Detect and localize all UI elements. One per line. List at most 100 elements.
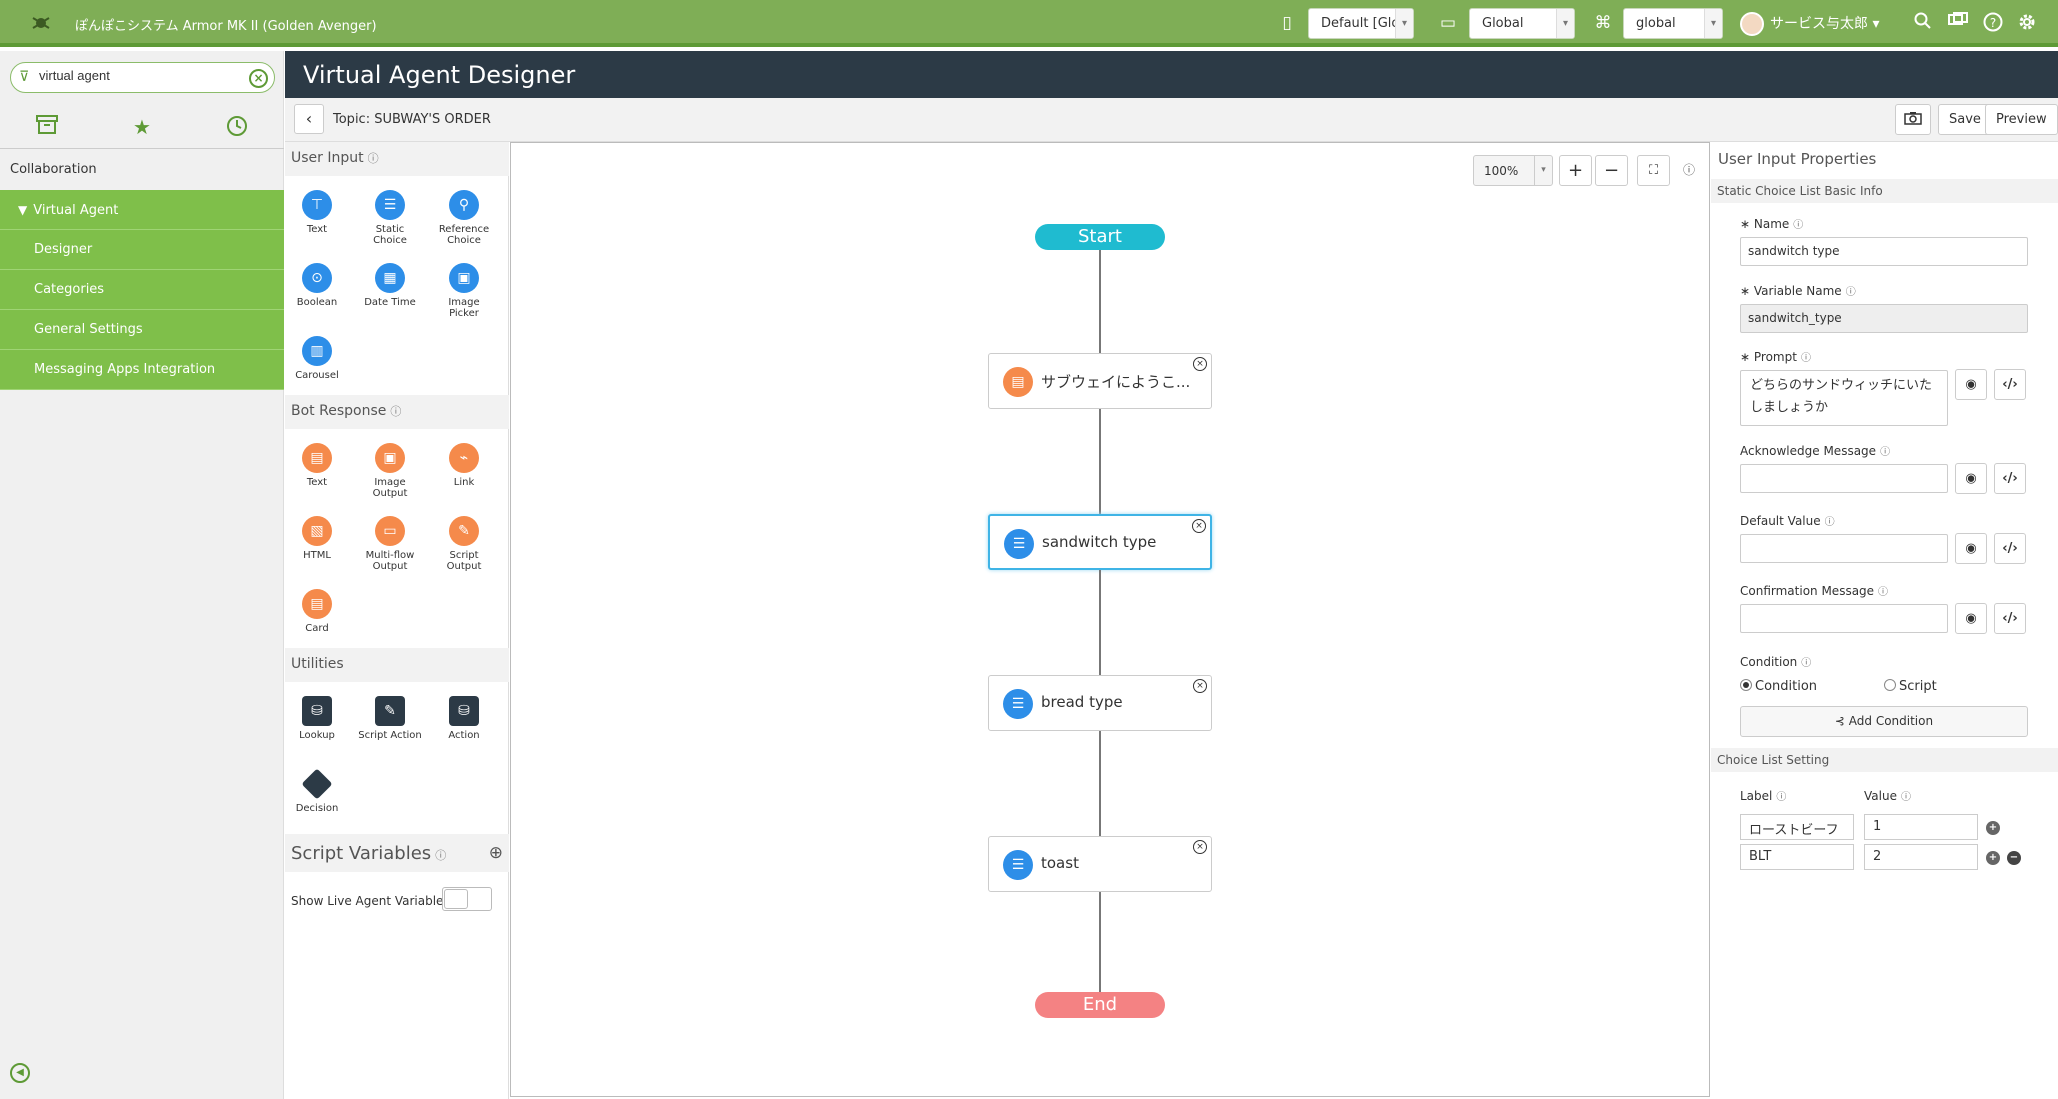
- palette-multi-flow-output[interactable]: ▭ Multi-flow Output: [358, 516, 422, 572]
- filter-input[interactable]: [39, 68, 239, 83]
- delete-node-icon[interactable]: ×: [1193, 357, 1207, 371]
- flow-node-sandwitch-type[interactable]: ☰ sandwitch type ×: [988, 514, 1212, 570]
- info-icon[interactable]: ⓘ: [435, 849, 446, 862]
- favorites-star-icon[interactable]: ★: [127, 115, 157, 145]
- show-live-agent-variables-toggle[interactable]: [442, 887, 492, 911]
- palette-static-choice[interactable]: ☰ Static Choice: [358, 190, 422, 246]
- palette-image-output[interactable]: ▣ Image Output: [358, 443, 422, 499]
- info-icon[interactable]: ⓘ: [368, 152, 379, 165]
- delete-node-icon[interactable]: ×: [1193, 840, 1207, 854]
- all-apps-tab-icon[interactable]: [32, 115, 62, 145]
- info-icon[interactable]: ⓘ: [1683, 161, 1695, 178]
- zoom-select[interactable]: 100% ▾: [1473, 155, 1553, 186]
- nav-item-categories[interactable]: Categories: [0, 270, 284, 310]
- app-logo-icon[interactable]: [30, 12, 52, 34]
- translate-button[interactable]: ◉: [1955, 603, 1987, 634]
- script-radio[interactable]: Script: [1884, 679, 1937, 694]
- nav-item-messaging-apps-integration[interactable]: Messaging Apps Integration: [0, 350, 284, 390]
- domain-select[interactable]: global ▾: [1623, 8, 1723, 39]
- history-clock-icon[interactable]: [222, 115, 252, 145]
- delete-node-icon[interactable]: ×: [1193, 679, 1207, 693]
- choice-value-cell[interactable]: 1: [1864, 814, 1978, 840]
- flow-node-bread-type[interactable]: ☰ bread type ×: [988, 675, 1212, 731]
- zoom-out-button[interactable]: −: [1595, 155, 1628, 186]
- palette-decision[interactable]: Decision: [285, 768, 349, 814]
- acknowledge-message-field[interactable]: [1740, 464, 1948, 493]
- palette-script-action[interactable]: ✎ Script Action: [358, 696, 422, 741]
- palette-image-picker[interactable]: ▣ Image Picker: [432, 263, 496, 319]
- radio-unselected-icon: [1884, 679, 1896, 691]
- palette-card[interactable]: ▤ Card: [285, 589, 349, 634]
- info-icon[interactable]: ⓘ: [1901, 792, 1911, 803]
- choice-label-cell[interactable]: BLT: [1740, 844, 1854, 870]
- start-node[interactable]: Start: [1035, 224, 1165, 250]
- zoom-in-button[interactable]: +: [1559, 155, 1592, 186]
- translate-button[interactable]: ◉: [1955, 533, 1987, 564]
- add-row-icon[interactable]: +: [1986, 821, 2000, 835]
- update-set-select[interactable]: Default [Glob ▾: [1308, 8, 1414, 39]
- chat-icon[interactable]: [1947, 12, 1969, 34]
- palette-carousel[interactable]: ▥ Carousel: [285, 336, 349, 381]
- nav-section-collaboration[interactable]: Collaboration: [10, 162, 97, 177]
- palette-action[interactable]: ⛁ Action: [432, 696, 496, 741]
- script-editor-button[interactable]: ‹/›: [1994, 463, 2026, 494]
- translate-button[interactable]: ◉: [1955, 369, 1987, 400]
- clear-filter-icon[interactable]: ×: [249, 69, 268, 88]
- choice-value-cell[interactable]: 2: [1864, 844, 1978, 870]
- palette-reference-choice[interactable]: ⚲ Reference Choice: [432, 190, 496, 246]
- flow-node-toast[interactable]: ☰ toast ×: [988, 836, 1212, 892]
- search-icon[interactable]: [1912, 12, 1934, 34]
- info-icon[interactable]: ⓘ: [1776, 792, 1786, 803]
- info-icon[interactable]: ⓘ: [390, 405, 401, 418]
- confirmation-message-field[interactable]: [1740, 604, 1948, 633]
- scope-select[interactable]: Global ▾: [1469, 8, 1575, 39]
- nav-item-general-settings[interactable]: General Settings: [0, 310, 284, 350]
- info-icon[interactable]: ⓘ: [1880, 447, 1890, 458]
- translate-button[interactable]: ◉: [1955, 463, 1987, 494]
- save-button[interactable]: Save: [1938, 104, 1992, 135]
- info-icon[interactable]: ⓘ: [1825, 517, 1835, 528]
- nav-item-designer[interactable]: Designer: [0, 230, 284, 270]
- database-icon: ⛁: [449, 696, 479, 726]
- palette-html[interactable]: ▧ HTML: [285, 516, 349, 561]
- text-input-icon: ⊤: [302, 190, 332, 220]
- add-circle-icon[interactable]: ⊕: [489, 843, 503, 863]
- flow-node-welcome[interactable]: ▤ サブウェイにようこ... ×: [988, 353, 1212, 409]
- palette-lookup[interactable]: ⛁ Lookup: [285, 696, 349, 741]
- script-editor-button[interactable]: ‹/›: [1994, 533, 2026, 564]
- info-icon[interactable]: ⓘ: [1846, 287, 1856, 298]
- nav-module-virtual-agent[interactable]: ▼ Virtual Agent: [0, 190, 284, 230]
- preview-button[interactable]: Preview: [1985, 104, 2058, 135]
- palette-link[interactable]: ⌁ Link: [432, 443, 496, 488]
- palette-text-output[interactable]: ▤ Text: [285, 443, 349, 488]
- info-icon[interactable]: ⓘ: [1801, 353, 1811, 364]
- collapse-navigator-icon[interactable]: ◀: [10, 1063, 30, 1083]
- palette-date-time[interactable]: ▦ Date Time: [358, 263, 422, 308]
- palette-script-output[interactable]: ✎ Script Output: [432, 516, 496, 572]
- add-row-icon[interactable]: +: [1986, 851, 2000, 865]
- info-icon[interactable]: ⓘ: [1801, 658, 1811, 669]
- delete-node-icon[interactable]: ×: [1192, 519, 1206, 533]
- choice-label-cell[interactable]: ローストビーフ: [1740, 814, 1854, 840]
- palette-text-input[interactable]: ⊤ Text: [285, 190, 349, 235]
- fit-to-screen-button[interactable]: ⛶: [1637, 155, 1670, 186]
- add-condition-button[interactable]: ⊰ Add Condition: [1740, 706, 2028, 737]
- palette-boolean[interactable]: ⊙ Boolean: [285, 263, 349, 308]
- back-button[interactable]: ‹: [294, 104, 324, 134]
- navigator-filter[interactable]: ⊽ ×: [10, 62, 275, 93]
- gear-icon[interactable]: [2016, 12, 2038, 34]
- prompt-field[interactable]: どちらのサンドウィッチにいたしましょうか: [1740, 370, 1948, 426]
- info-icon[interactable]: ⓘ: [1793, 220, 1803, 231]
- name-field[interactable]: sandwitch type: [1740, 237, 2028, 266]
- script-editor-button[interactable]: ‹/›: [1994, 603, 2026, 634]
- script-editor-button[interactable]: ‹/›: [1994, 369, 2026, 400]
- end-node[interactable]: End: [1035, 992, 1165, 1018]
- condition-radio[interactable]: Condition: [1740, 679, 1817, 694]
- remove-row-icon[interactable]: −: [2007, 851, 2021, 865]
- default-value-field[interactable]: [1740, 534, 1948, 563]
- user-menu[interactable]: サービス与太郎 ▾: [1740, 12, 1879, 36]
- info-icon[interactable]: ⓘ: [1878, 587, 1888, 598]
- help-icon[interactable]: ?: [1982, 12, 2004, 34]
- flow-canvas[interactable]: 100% ▾ + − ⛶ ⓘ Start ▤ サブウェイにようこ... × ☰ s…: [510, 142, 1710, 1097]
- snapshot-button[interactable]: [1895, 104, 1931, 135]
